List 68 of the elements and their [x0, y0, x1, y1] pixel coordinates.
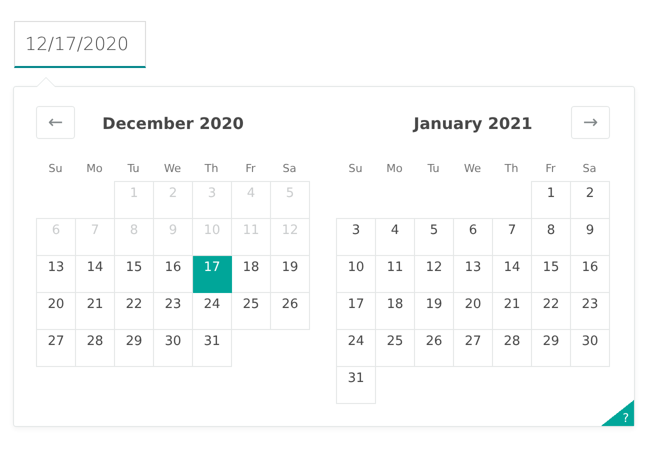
day-cell[interactable]: 13	[36, 256, 76, 292]
day-cell[interactable]: 5	[414, 218, 454, 256]
day-cell[interactable]: 1	[532, 182, 570, 218]
day-cell[interactable]: 30	[154, 330, 192, 366]
day-cell[interactable]: 13	[454, 256, 492, 292]
day-cell[interactable]: 22	[532, 292, 570, 330]
weekday-label: Tu	[126, 162, 141, 174]
weekday-label: We	[463, 162, 482, 174]
day-cell[interactable]: 25	[376, 330, 414, 366]
day-cell[interactable]: 23	[154, 292, 192, 330]
day-cell[interactable]: 14	[492, 256, 532, 292]
day-cell[interactable]: 27	[454, 330, 492, 366]
weekday-label: We	[163, 162, 182, 174]
day-cell[interactable]: 21	[492, 292, 532, 330]
day-cell[interactable]: 24	[336, 330, 376, 366]
day-cell[interactable]: 10	[336, 256, 376, 292]
day-cell[interactable]: 31	[192, 330, 232, 366]
day-cell[interactable]: 8	[532, 218, 570, 256]
day-cell[interactable]: 29	[532, 330, 570, 366]
day-cell[interactable]: 23	[570, 292, 610, 330]
weekday-label: Fr	[544, 162, 557, 174]
day-cell[interactable]: 7	[492, 218, 532, 256]
weekday-label: Su	[348, 162, 364, 174]
day-cell[interactable]: 21	[76, 292, 114, 330]
day-cell[interactable]: 29	[114, 330, 154, 366]
date-input-field[interactable]: 12/17/2020	[14, 21, 146, 68]
next-month-button[interactable]: →	[571, 106, 610, 139]
day-cell[interactable]: 26	[414, 330, 454, 366]
day-cell[interactable]: 15	[532, 256, 570, 292]
day-cell[interactable]: 19	[414, 292, 454, 330]
day-cell[interactable]: 28	[492, 330, 532, 366]
previous-month-button[interactable]: ←	[36, 106, 75, 139]
weekday-label: Sa	[582, 162, 598, 174]
weekday-label: Su	[48, 162, 64, 174]
weekday-label: Th	[204, 162, 220, 174]
weekday-label: Mo	[85, 162, 104, 174]
day-cell[interactable]: 27	[36, 330, 76, 366]
day-cell[interactable]: 17	[336, 292, 376, 330]
day-cell[interactable]: 31	[336, 366, 376, 404]
day-cell[interactable]: 20	[454, 292, 492, 330]
weekday-label: Th	[504, 162, 520, 174]
weekday-label: Sa	[282, 162, 298, 174]
weekday-label: Mo	[385, 162, 404, 174]
day-cell[interactable]: 20	[36, 292, 76, 330]
month-title: January 2021	[414, 114, 532, 132]
day-cell[interactable]: 26	[270, 292, 310, 330]
day-cell[interactable]: 15	[114, 256, 154, 292]
day-cell[interactable]: 12	[414, 256, 454, 292]
day-cell[interactable]: 6	[454, 218, 492, 256]
day-cell[interactable]: 14	[76, 256, 114, 292]
day-cell[interactable]: 25	[232, 292, 270, 330]
day-cell[interactable]: 3	[336, 218, 376, 256]
day-cell[interactable]: 9	[570, 218, 610, 256]
day-cell[interactable]: 28	[76, 330, 114, 366]
weekday-label: Tu	[426, 162, 441, 174]
day-cell[interactable]: 16	[154, 256, 192, 292]
day-cell[interactable]: 16	[570, 256, 610, 292]
month-title: December 2020	[102, 114, 244, 132]
day-cell[interactable]: 18	[232, 256, 270, 292]
day-cell[interactable]: 18	[376, 292, 414, 330]
day-cell[interactable]: 22	[114, 292, 154, 330]
day-cell[interactable]: 4	[376, 218, 414, 256]
day-cell[interactable]: 24	[192, 292, 232, 330]
day-cell[interactable]: 30	[570, 330, 610, 366]
weekday-label: Fr	[244, 162, 257, 174]
day-cell[interactable]: 19	[270, 256, 310, 292]
day-cell[interactable]: 2	[570, 182, 610, 218]
day-cell[interactable]: 11	[376, 256, 414, 292]
